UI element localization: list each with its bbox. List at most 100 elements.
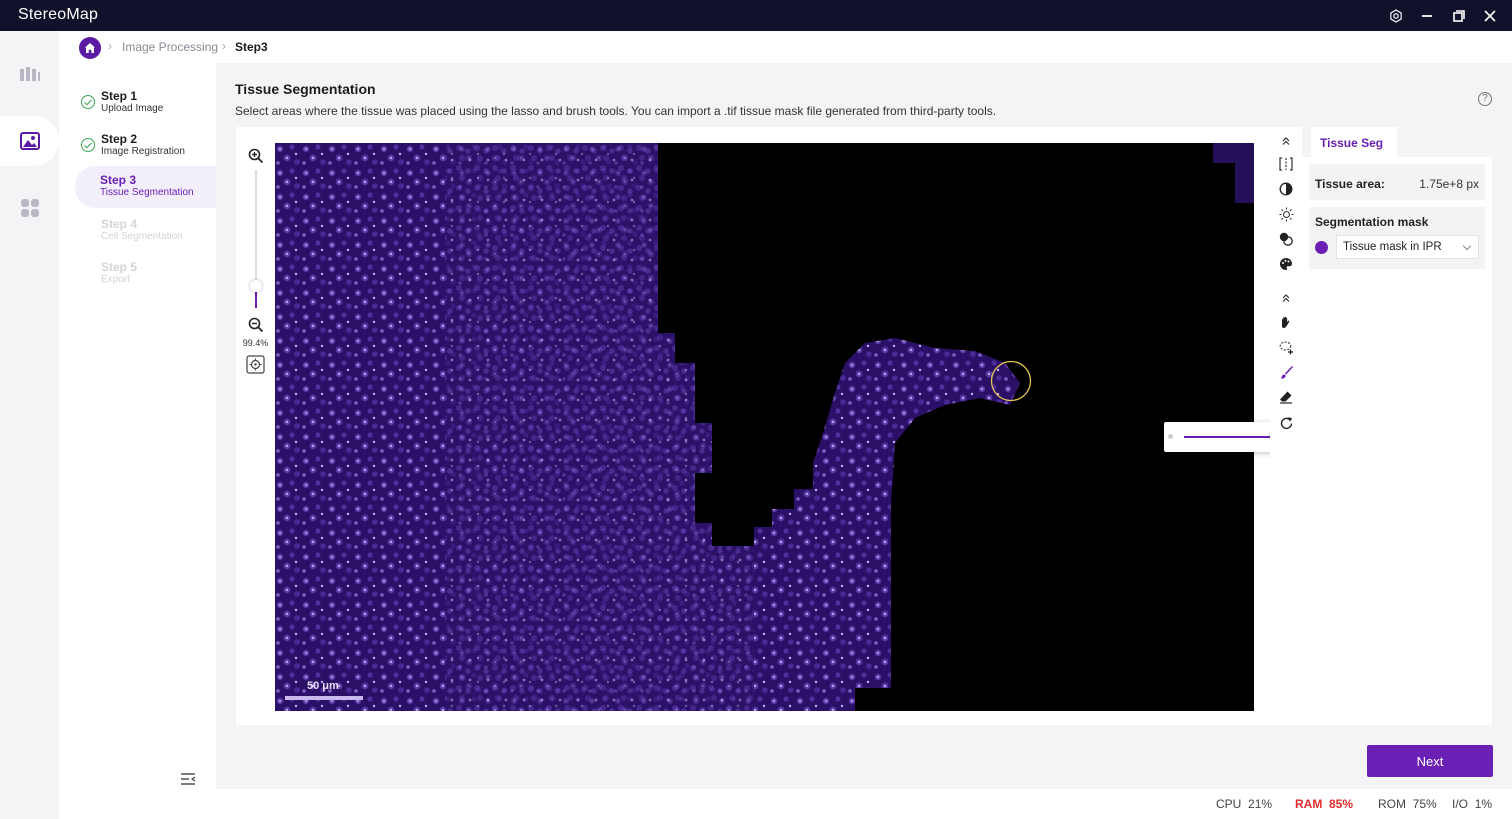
contrast-icon bbox=[1279, 182, 1293, 196]
eraser-icon bbox=[1280, 391, 1292, 404]
brush-icon bbox=[1280, 365, 1293, 379]
collapse-up-icon bbox=[1282, 137, 1290, 145]
home-button[interactable] bbox=[79, 37, 101, 59]
cpu-label: CPU bbox=[1216, 797, 1242, 811]
step-5-item: Step 5 Export bbox=[75, 257, 216, 297]
step-subtitle: Tissue Segmentation bbox=[100, 187, 194, 198]
step-4-item: Step 4 Cell Segmentation bbox=[75, 214, 216, 254]
step-sidebar: Step 1 Upload Image Step 2 Image Registr… bbox=[59, 31, 216, 819]
breadcrumb-current: Step3 bbox=[235, 40, 268, 54]
io-label: I/O bbox=[1452, 797, 1469, 811]
palette-icon bbox=[1280, 258, 1292, 270]
zoom-percent: 99.4% bbox=[242, 338, 269, 348]
step-3-item[interactable]: Step 3 Tissue Segmentation bbox=[75, 166, 216, 208]
zoom-slider-handle[interactable] bbox=[250, 280, 262, 292]
contrast-tool[interactable] bbox=[1276, 179, 1296, 199]
mask-source-select[interactable]: Tissue mask in IPR bbox=[1336, 235, 1479, 259]
segmentation-mask-title: Segmentation mask bbox=[1315, 215, 1429, 229]
page-title: Tissue Segmentation bbox=[235, 81, 376, 97]
collapse-edit-tools[interactable] bbox=[1276, 288, 1296, 308]
status-bar: CPU 21% RAM 85% ROM 75% I/O 1% bbox=[216, 789, 1512, 819]
help-icon[interactable]: ? bbox=[1478, 92, 1492, 106]
step-subtitle: Image Registration bbox=[101, 146, 185, 157]
segmentation-panel: Tissue Seg Tissue area: 1.75e+8 px Segme… bbox=[1302, 127, 1492, 725]
palette-tool[interactable] bbox=[1276, 254, 1296, 274]
image-icon bbox=[19, 132, 40, 150]
lasso-add-icon bbox=[1279, 340, 1293, 354]
restore-icon[interactable] bbox=[1449, 6, 1469, 26]
rom-value: 75% bbox=[1412, 797, 1437, 811]
ram-value: 85% bbox=[1329, 797, 1354, 811]
settings-icon[interactable] bbox=[1386, 6, 1406, 26]
brush-size-slider-track[interactable] bbox=[1184, 436, 1276, 438]
eraser-tool[interactable] bbox=[1276, 387, 1296, 407]
close-icon[interactable] bbox=[1480, 6, 1500, 26]
pan-tool[interactable] bbox=[1276, 312, 1296, 332]
zoom-controls: 99.4% bbox=[236, 127, 275, 725]
channel-overlay-icon bbox=[1279, 232, 1293, 246]
reset-tool[interactable] bbox=[1276, 413, 1296, 433]
step-1-item[interactable]: Step 1 Upload Image bbox=[75, 86, 216, 126]
page-description: Select areas where the tissue was placed… bbox=[235, 104, 997, 118]
ram-status: RAM 85% bbox=[1295, 797, 1353, 811]
breadcrumb: › Image Processing › Step3 bbox=[79, 31, 1512, 63]
brush-tool[interactable] bbox=[1276, 362, 1296, 382]
mask-color-swatch[interactable] bbox=[1315, 241, 1328, 254]
title-bar: StereoMap bbox=[0, 0, 1512, 31]
io-status: I/O 1% bbox=[1452, 797, 1492, 811]
next-button[interactable]: Next bbox=[1367, 745, 1493, 777]
fit-view-icon[interactable] bbox=[246, 355, 265, 374]
tissue-image bbox=[275, 143, 1254, 711]
split-view-tool[interactable] bbox=[1276, 154, 1296, 174]
grid-apps-icon bbox=[20, 199, 39, 217]
rail-map-module[interactable] bbox=[0, 50, 59, 100]
brush-size-min-dot bbox=[1168, 434, 1173, 439]
chevron-right-icon: › bbox=[222, 39, 226, 53]
rail-apps-module[interactable] bbox=[0, 183, 59, 233]
main-content: Tissue Segmentation Select areas where t… bbox=[216, 63, 1512, 789]
scale-bar-label: 50 μm bbox=[307, 680, 339, 692]
collapse-up-icon bbox=[1282, 294, 1290, 302]
collapse-sidebar-icon[interactable] bbox=[179, 771, 197, 787]
zoom-in-icon[interactable] bbox=[248, 148, 264, 164]
minimize-icon[interactable] bbox=[1417, 6, 1437, 26]
io-value: 1% bbox=[1474, 797, 1493, 811]
scale-bar bbox=[285, 696, 363, 700]
rom-label: ROM bbox=[1378, 797, 1406, 811]
breadcrumb-image-processing[interactable]: Image Processing bbox=[122, 40, 218, 54]
zoom-out-icon[interactable] bbox=[248, 317, 264, 333]
lasso-add-tool[interactable] bbox=[1276, 337, 1296, 357]
brightness-icon bbox=[1279, 207, 1293, 221]
step-subtitle: Export bbox=[101, 274, 130, 285]
mask-source-value: Tissue mask in IPR bbox=[1343, 241, 1442, 253]
tab-tissue-seg[interactable]: Tissue Seg bbox=[1311, 127, 1397, 158]
check-circle-icon bbox=[81, 138, 95, 152]
step-subtitle: Cell Segmentation bbox=[101, 231, 183, 242]
brightness-tool[interactable] bbox=[1276, 204, 1296, 224]
app-title: StereoMap bbox=[18, 6, 99, 23]
step-2-item[interactable]: Step 2 Image Registration bbox=[75, 129, 216, 169]
segmentation-mask-section: Segmentation mask Tissue mask in IPR bbox=[1309, 207, 1485, 269]
pan-hand-icon bbox=[1282, 316, 1290, 328]
tool-strip bbox=[1270, 127, 1302, 725]
image-viewer: 99.4% 50 μm bbox=[236, 127, 1319, 725]
panel-tabs: Tissue Seg bbox=[1302, 127, 1492, 158]
split-view-icon bbox=[1279, 157, 1293, 171]
rail-image-processing-module[interactable] bbox=[0, 116, 59, 166]
ram-label: RAM bbox=[1295, 797, 1323, 811]
step-title: Step 4 bbox=[101, 217, 138, 231]
step-title: Step 2 bbox=[101, 132, 138, 146]
channel-overlay-tool[interactable] bbox=[1276, 229, 1296, 249]
tissue-image-canvas[interactable]: 50 μm bbox=[275, 143, 1254, 711]
cpu-status: CPU 21% bbox=[1216, 797, 1272, 811]
step-subtitle: Upload Image bbox=[101, 103, 164, 114]
step-title: Step 3 bbox=[100, 173, 137, 187]
rom-status: ROM 75% bbox=[1378, 797, 1437, 811]
chevron-right-icon: › bbox=[108, 39, 112, 53]
tissue-area-row: Tissue area: 1.75e+8 px bbox=[1309, 164, 1485, 200]
module-rail bbox=[0, 31, 59, 819]
check-circle-icon bbox=[81, 95, 95, 109]
chevron-down-icon bbox=[1462, 241, 1472, 251]
tissue-area-label: Tissue area: bbox=[1315, 177, 1385, 191]
collapse-display-tools[interactable] bbox=[1276, 131, 1296, 151]
